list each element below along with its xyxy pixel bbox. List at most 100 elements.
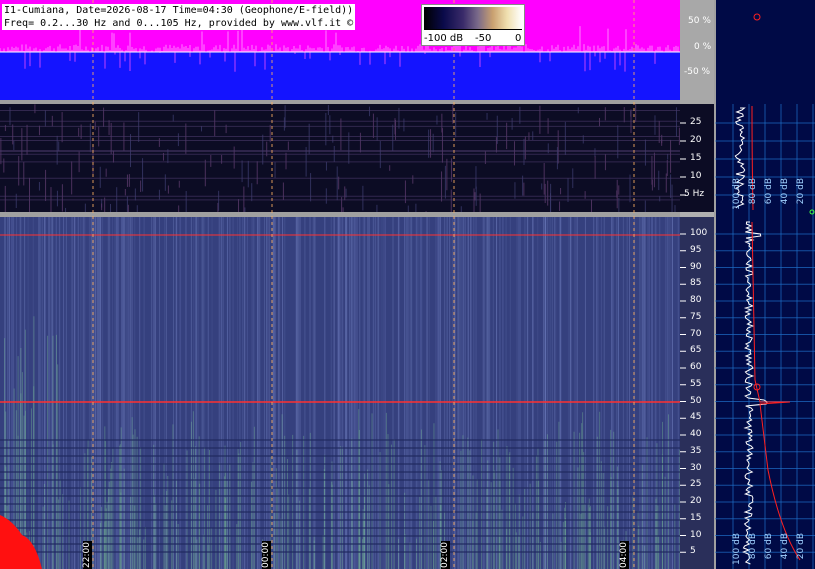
- amplitude-label-50: 50 %: [688, 16, 711, 26]
- high-freq-label: 10: [690, 529, 702, 540]
- low-freq-streak: [138, 112, 140, 142]
- spectrum-top-label-60db: 60 dB: [764, 178, 774, 205]
- low-freq-streak: [124, 188, 126, 196]
- time-label-2200: 22:00: [82, 541, 92, 569]
- low-freq-streak: [38, 182, 40, 191]
- low-freq-streak: [172, 114, 174, 122]
- low-freq-streak: [623, 107, 625, 123]
- low-freq-streak: [430, 129, 432, 158]
- amplitude-negative-band: [0, 52, 680, 100]
- low-freq-label-15: 15: [690, 153, 702, 163]
- low-freq-streak: [142, 158, 144, 192]
- low-freq-streak: [412, 175, 414, 184]
- low-freq-streak: [4, 124, 6, 132]
- low-freq-streak: [21, 128, 23, 161]
- low-freq-streak: [654, 115, 656, 135]
- colorbar-label-min: -100 dB: [424, 33, 464, 44]
- low-freq-streak: [18, 156, 20, 186]
- low-freq-streak: [185, 123, 187, 154]
- high-freq-label: 30: [690, 462, 702, 473]
- low-freq-streak: [140, 180, 142, 192]
- low-freq-streak: [269, 124, 271, 143]
- high-freq-label: 20: [690, 496, 702, 506]
- low-freq-streak: [310, 173, 312, 202]
- high-freq-label: 60: [690, 362, 702, 372]
- low-freq-streak: [167, 185, 169, 194]
- low-freq-streak: [475, 166, 477, 190]
- high-freq-label: 65: [690, 345, 702, 356]
- low-freq-streak: [61, 112, 63, 143]
- low-freq-streak: [105, 168, 107, 177]
- low-freq-streak: [389, 165, 391, 171]
- low-freq-streak: [618, 185, 620, 195]
- high-freq-label: 50: [690, 395, 702, 406]
- low-freq-streak: [285, 152, 287, 170]
- low-freq-label-10: 10: [690, 171, 702, 181]
- low-freq-streak: [436, 115, 438, 125]
- low-freq-streak: [78, 127, 80, 137]
- low-freq-label-20: 20: [690, 135, 702, 145]
- low-freq-streak: [38, 125, 40, 136]
- low-freq-streak: [594, 148, 596, 157]
- high-freq-label: 35: [690, 445, 702, 456]
- low-freq-streak: [34, 104, 36, 114]
- low-freq-streak: [308, 123, 310, 155]
- low-freq-streak: [247, 160, 249, 188]
- low-freq-streak: [61, 184, 63, 212]
- low-freq-streak: [559, 201, 561, 211]
- low-freq-streak: [336, 166, 338, 201]
- low-freq-streak: [56, 190, 58, 207]
- spectrum-panel-top-bg: [715, 0, 815, 104]
- time-label-0200: 02:00: [440, 541, 450, 569]
- low-freq-streak: [594, 156, 596, 179]
- low-freq-label-25: 25: [690, 117, 702, 127]
- low-freq-streak: [446, 158, 448, 191]
- low-freq-streak: [134, 188, 136, 201]
- low-freq-streak: [256, 161, 258, 185]
- low-freq-streak: [204, 159, 206, 187]
- low-freq-label-5hz: 5 Hz: [684, 189, 705, 199]
- low-freq-streak: [158, 138, 160, 147]
- low-freq-streak: [428, 129, 430, 158]
- low-freq-streak: [13, 140, 15, 151]
- low-freq-streak: [214, 110, 216, 137]
- low-freq-streak: [635, 104, 637, 122]
- low-freq-streak: [441, 171, 443, 202]
- low-freq-streak: [523, 182, 525, 196]
- low-freq-streak: [282, 182, 284, 200]
- spectrum-bottom-label-100db: 100 dB: [732, 533, 742, 565]
- low-freq-streak: [108, 120, 110, 136]
- low-freq-streak: [329, 115, 331, 135]
- low-freq-streak: [94, 121, 96, 131]
- low-freq-streak: [283, 117, 285, 131]
- spectrum-bottom-label-40db: 40 dB: [780, 533, 790, 560]
- low-freq-streak: [653, 152, 655, 188]
- low-freq-streak: [670, 139, 672, 173]
- low-freq-streak: [496, 115, 498, 144]
- low-freq-streak: [200, 126, 202, 132]
- low-freq-streak: [539, 105, 541, 134]
- low-freq-streak: [532, 131, 534, 141]
- low-freq-streak: [58, 141, 60, 151]
- high-freq-label: 95: [690, 244, 702, 255]
- high-freq-label: 90: [690, 261, 702, 272]
- low-freq-streak: [210, 154, 212, 167]
- low-freq-streak: [651, 179, 653, 191]
- low-freq-streak: [177, 133, 179, 147]
- high-freq-label: 75: [690, 311, 702, 322]
- low-freq-streak: [444, 165, 446, 199]
- high-freq-label: 100: [690, 228, 708, 238]
- low-freq-streak: [616, 179, 618, 209]
- low-freq-streak: [372, 113, 374, 138]
- spectrum-top-label-100db: 100 dB: [732, 178, 742, 210]
- high-freq-label: 15: [690, 512, 702, 523]
- colorbar-label-max: 0: [515, 33, 522, 44]
- low-freq-streak: [23, 162, 25, 186]
- high-freq-label: 45: [690, 412, 702, 423]
- low-freq-streak: [658, 170, 660, 191]
- high-freq-label: 80: [690, 295, 702, 305]
- high-freq-label: 85: [690, 278, 702, 289]
- low-freq-streak: [28, 177, 30, 213]
- panel-separator-top: [0, 100, 680, 104]
- low-freq-streak: [287, 141, 289, 150]
